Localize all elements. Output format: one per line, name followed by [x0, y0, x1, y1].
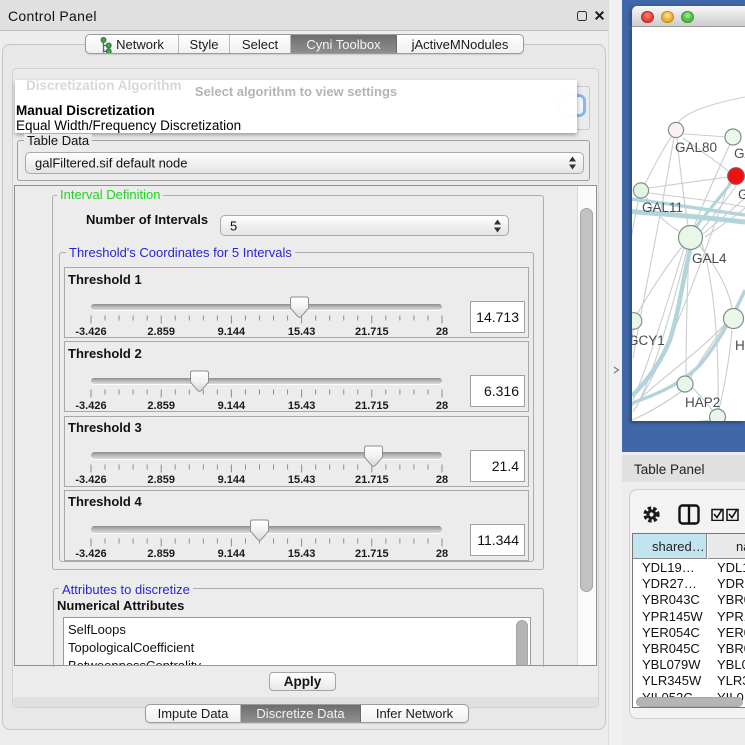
svg-text:H: H: [735, 338, 745, 353]
svg-text:HAP2: HAP2: [685, 395, 720, 410]
svg-text:GAL11: GAL11: [642, 200, 683, 215]
svg-text:GAL80: GAL80: [675, 140, 717, 155]
svg-text:G: G: [738, 187, 745, 202]
svg-text:GCY1: GCY1: [632, 333, 665, 348]
svg-text:GA: GA: [734, 146, 745, 161]
svg-text:GAL4: GAL4: [692, 251, 727, 266]
